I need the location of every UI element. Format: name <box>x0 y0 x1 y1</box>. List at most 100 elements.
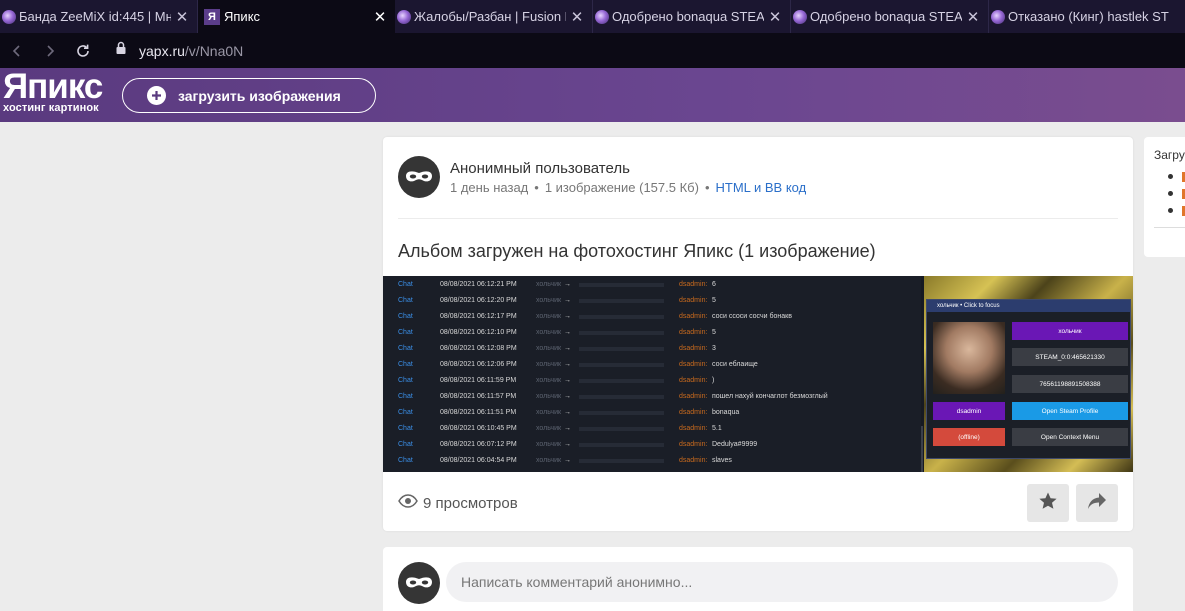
chat-log-row: Chat 08/08/2021 06:07:12 PM хольчик → dsadmi… <box>383 437 921 453</box>
html-bb-code-link[interactable]: HTML и BB код <box>716 180 807 195</box>
popup-title: хольчик • Click to focus <box>927 300 1130 312</box>
chat-message: 5 <box>712 297 716 304</box>
tab-title: Отказано (Кинг) hastlek ST <box>1008 9 1169 24</box>
chat-channel: Chat <box>398 313 413 320</box>
chat-log-row: Chat 08/08/2021 06:12:21 PM хольчик → dsadmi… <box>383 277 921 293</box>
chat-log-row: Chat 08/08/2021 06:12:06 PM хольчик → dsadmi… <box>383 357 921 373</box>
site-logo[interactable]: Япикс хостинг картинок <box>3 67 103 115</box>
arrow-icon: → <box>564 281 571 288</box>
sidebar-divider <box>1154 227 1185 228</box>
album-title: Альбом загружен на фотохостинг Япикс (1 … <box>398 241 876 261</box>
share-button[interactable] <box>1076 484 1118 522</box>
chat-recipient: dsadmin: <box>679 457 708 464</box>
steam-id64-button: 76561198891508388 <box>1012 375 1128 393</box>
comment-input[interactable]: Написать комментарий анонимно... <box>446 562 1118 602</box>
fusion-favicon-icon <box>595 9 609 24</box>
chat-message: slaves <box>712 457 732 464</box>
upload-images-button[interactable]: загрузить изображения <box>122 78 376 113</box>
fusion-favicon-icon <box>2 9 16 24</box>
chat-channel: Chat <box>398 393 413 400</box>
chat-time: 08/08/2021 06:12:17 PM <box>440 313 517 320</box>
chat-time: 08/08/2021 06:12:06 PM <box>440 361 517 368</box>
arrow-icon: → <box>564 313 571 320</box>
tab-title: Одобрено bonaqua STEAM <box>810 9 962 24</box>
chat-log-row: Chat 08/08/2021 06:11:57 PM хольчик → dsadmi… <box>383 389 921 405</box>
chat-message: 5.1 <box>712 425 722 432</box>
browser-tab-active[interactable]: Я Япикс ✕ <box>198 0 395 33</box>
chat-sender: хольчик <box>536 345 562 352</box>
url-path: /v/Nna0N <box>184 42 244 59</box>
chat-channel: Chat <box>398 345 413 352</box>
lock-icon[interactable] <box>115 41 127 60</box>
arrow-icon: → <box>564 329 571 336</box>
browser-tab[interactable]: Банда ZeeMiX id:445 | Мно ✕ <box>0 0 198 33</box>
redacted-name <box>579 459 664 463</box>
chat-sender: хольчик <box>536 281 562 288</box>
chat-log-row: Chat 08/08/2021 06:12:20 PM хольчик → dsadmi… <box>383 293 921 309</box>
chat-recipient: dsadmin: <box>679 361 708 368</box>
back-icon[interactable] <box>6 40 28 62</box>
user-name[interactable]: Анонимный пользователь <box>450 160 630 177</box>
logo-tagline: хостинг картинок <box>3 102 99 114</box>
views-count: 9 просмотров <box>423 494 518 512</box>
chat-message: соси сcоси сосчи бонакв <box>712 313 792 320</box>
browser-tab[interactable]: Одобрено bonaqua STEAM ✕ <box>593 0 791 33</box>
redacted-name <box>579 299 664 303</box>
chat-scrollbar <box>921 426 923 472</box>
close-tab-icon[interactable]: ✕ <box>175 8 189 26</box>
url-text[interactable]: yapx.ru/v/Nna0N <box>139 43 243 59</box>
image-count: 1 изображение <box>544 180 636 195</box>
tab-title: Япикс <box>224 9 261 24</box>
chat-recipient: dsadmin: <box>679 409 708 416</box>
chat-sender: хольчик <box>536 377 562 384</box>
browser-tab[interactable]: Жалобы/Разбан | Fusion R ✕ <box>395 0 593 33</box>
close-tab-icon[interactable]: ✕ <box>768 8 782 26</box>
chat-message: пошел нахуй кончаглот безмозглый <box>712 393 828 400</box>
forward-icon[interactable] <box>39 40 61 62</box>
arrow-icon: → <box>564 393 571 400</box>
logo-text: Япикс <box>3 67 103 106</box>
chat-sender: хольчик <box>536 425 562 432</box>
browser-tab[interactable]: Одобрено bonaqua STEAM ✕ <box>791 0 989 33</box>
chat-time: 08/08/2021 06:12:21 PM <box>440 281 517 288</box>
redacted-name <box>579 427 664 431</box>
chat-sender: хольчик <box>536 409 562 416</box>
chat-time: 08/08/2021 06:07:12 PM <box>440 441 517 448</box>
chat-channel: Chat <box>398 329 413 336</box>
chat-sender: хольчик <box>536 441 562 448</box>
chat-recipient: dsadmin: <box>679 425 708 432</box>
redacted-name <box>579 395 664 399</box>
arrow-icon: → <box>564 345 571 352</box>
url-host: yapx.ru <box>139 42 185 59</box>
open-steam-profile-button: Open Steam Profile <box>1012 402 1128 420</box>
uploaded-image[interactable]: Chat 08/08/2021 06:12:21 PM хольчик → dsadmi… <box>383 276 1133 472</box>
chat-time: 08/08/2021 06:12:20 PM <box>440 297 517 304</box>
browser-tab[interactable]: Отказано (Кинг) hastlek ST <box>989 0 1185 33</box>
close-tab-icon[interactable]: ✕ <box>570 8 584 26</box>
chat-recipient: dsadmin: <box>679 313 708 320</box>
chat-message: 5 <box>712 329 716 336</box>
chat-message: Dedulya#9999 <box>712 441 758 448</box>
share-icon <box>1087 492 1107 515</box>
arrow-icon: → <box>564 425 571 432</box>
chat-channel: Chat <box>398 425 413 432</box>
chat-recipient: dsadmin: <box>679 377 708 384</box>
favorite-button[interactable] <box>1027 484 1069 522</box>
sidebar-title: Загру <box>1154 148 1185 162</box>
player-avatar <box>933 322 1005 394</box>
browser-tab-strip: Банда ZeeMiX id:445 | Мно ✕ Я Япикс ✕ Жа… <box>0 0 1185 33</box>
steam-id-button: STEAM_0:0:465621330 <box>1012 348 1128 366</box>
close-tab-icon[interactable]: ✕ <box>966 8 980 26</box>
reload-icon[interactable] <box>72 40 94 62</box>
chat-recipient: dsadmin: <box>679 393 708 400</box>
chat-time: 08/08/2021 06:12:10 PM <box>440 329 517 336</box>
arrow-icon: → <box>564 297 571 304</box>
redacted-name <box>579 331 664 335</box>
chat-channel: Chat <box>398 409 413 416</box>
chat-time: 08/08/2021 06:11:57 PM <box>440 393 517 400</box>
chat-log-row: Chat 08/08/2021 06:12:08 PM хольчик → dsadmi… <box>383 341 921 357</box>
player-name-button: хольчик <box>1012 322 1128 340</box>
site-header: Япикс хостинг картинок загрузить изображ… <box>0 68 1185 122</box>
chat-recipient: dsadmin: <box>679 297 708 304</box>
close-tab-icon[interactable]: ✕ <box>373 8 387 26</box>
